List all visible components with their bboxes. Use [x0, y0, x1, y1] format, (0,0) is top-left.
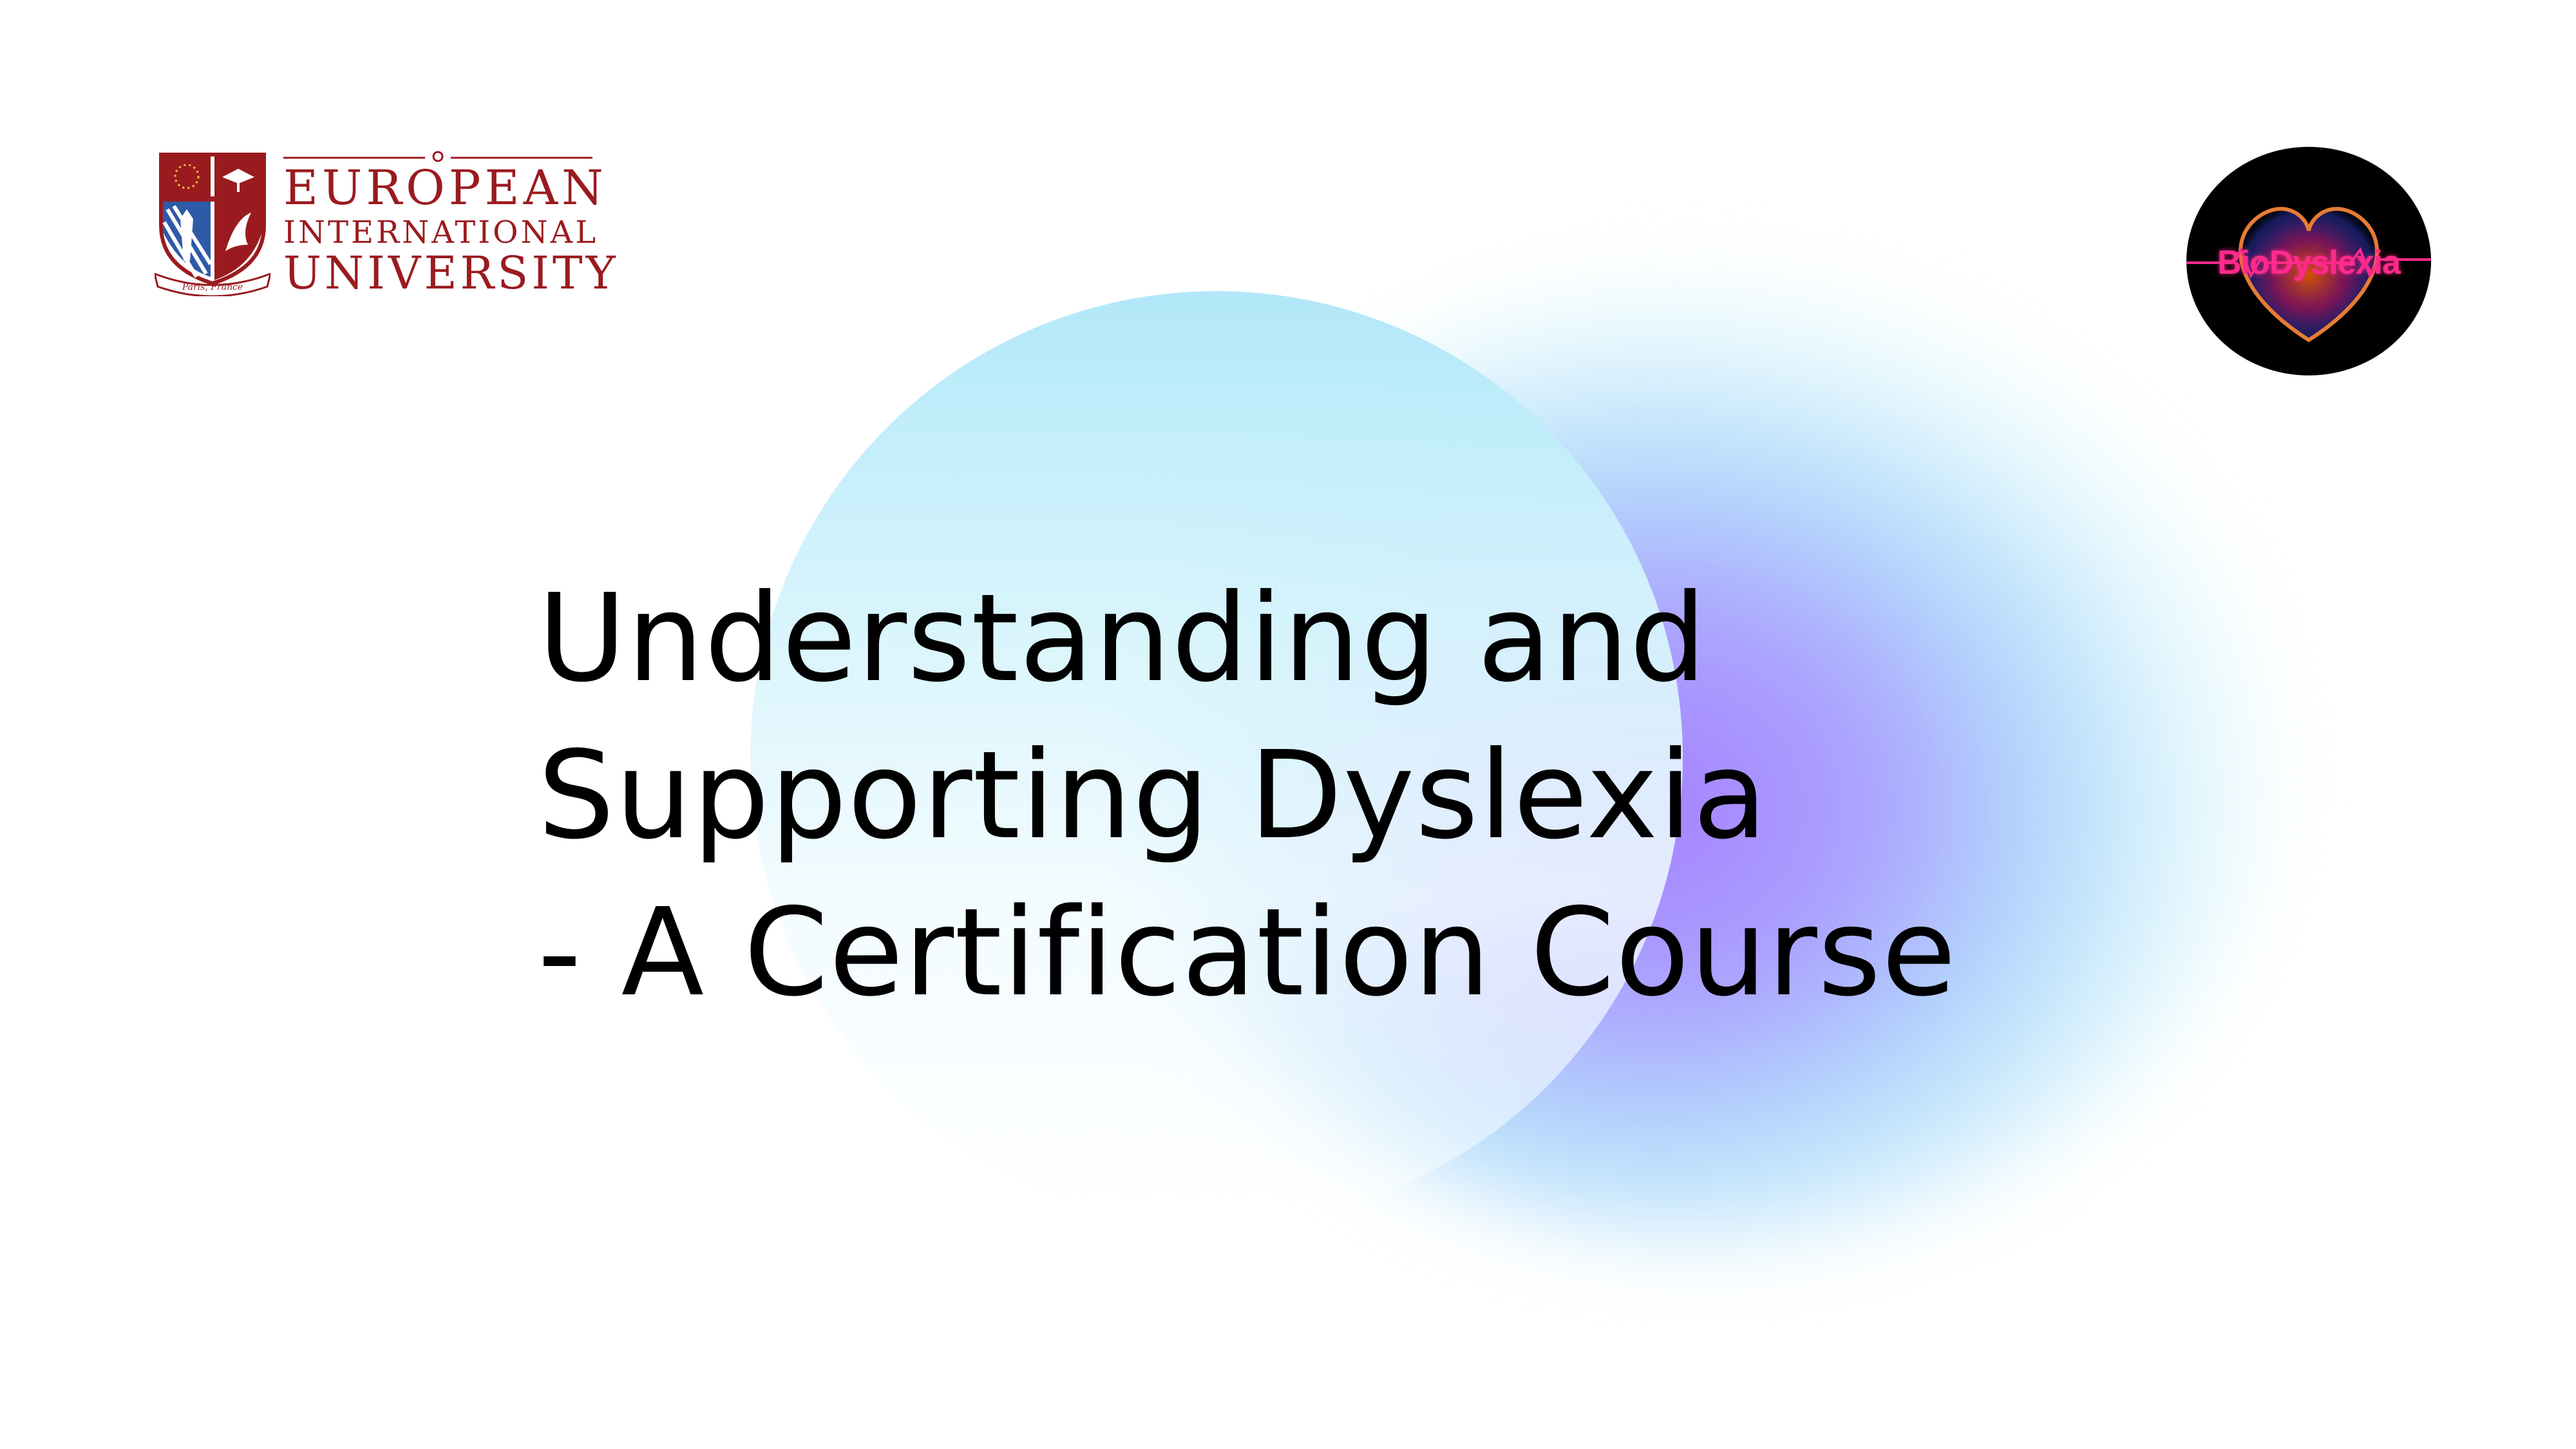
- title-line-1: Understanding and: [538, 568, 1707, 709]
- university-name-line1: EUROPEAN: [283, 160, 607, 216]
- university-motto: Paris, France: [182, 282, 243, 292]
- biodyslexia-wordmark: BioDyslexia: [2217, 244, 2401, 281]
- university-crest-icon: Paris, France: [155, 153, 270, 296]
- biodyslexia-logo: BioDyslexia: [2186, 147, 2431, 375]
- european-international-university-logo: Paris, France EUROPEAN INTERNATIONAL UNI…: [155, 138, 616, 299]
- title-line-2: Supporting Dyslexia: [538, 725, 1768, 866]
- slide-title: Understanding and Supporting Dyslexia - …: [538, 560, 1956, 1032]
- slide: Paris, France EUROPEAN INTERNATIONAL UNI…: [0, 0, 2576, 1449]
- university-name: EUROPEAN INTERNATIONAL UNIVERSITY: [283, 145, 619, 296]
- title-line-3: - A Certification Course: [538, 882, 1957, 1023]
- university-name-line2: INTERNATIONAL: [283, 214, 599, 251]
- university-name-line3: UNIVERSITY: [283, 247, 619, 299]
